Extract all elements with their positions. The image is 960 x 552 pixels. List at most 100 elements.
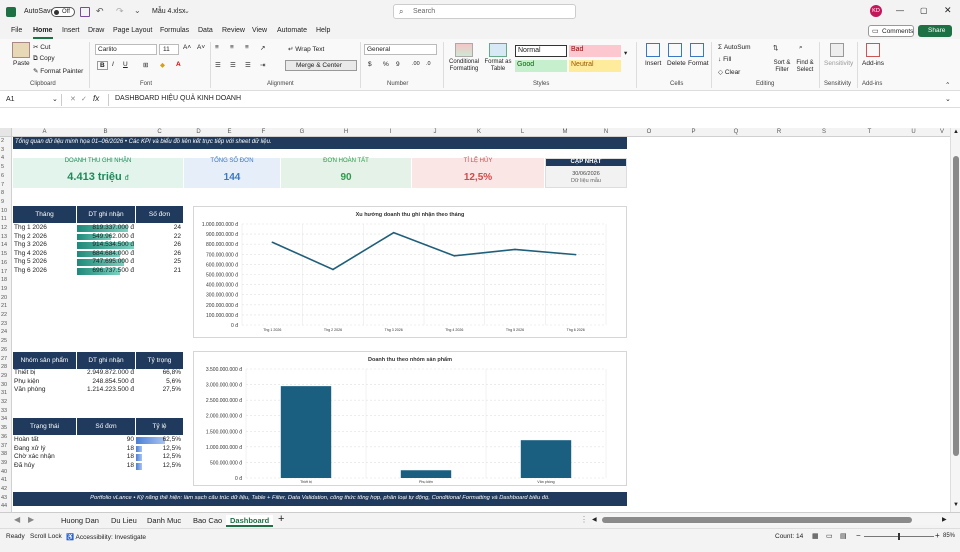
revenue-cell[interactable]: 2.949.872.000 đ: [77, 369, 134, 377]
row-header[interactable]: 5: [1, 164, 4, 170]
row-header[interactable]: 41: [1, 477, 7, 483]
share-cell[interactable]: 27,5%: [136, 386, 181, 394]
prev-sheet-icon[interactable]: ◀: [14, 515, 20, 524]
customize-qat-icon[interactable]: ⌄: [134, 6, 141, 15]
zoom-out-icon[interactable]: −: [856, 531, 861, 540]
column-header[interactable]: S: [802, 129, 846, 135]
column-header[interactable]: P: [671, 129, 716, 135]
column-header[interactable]: J: [412, 129, 458, 135]
orders-cell[interactable]: 26: [136, 250, 181, 258]
row-header[interactable]: 3: [1, 147, 4, 153]
minimize-icon[interactable]: —: [896, 6, 904, 15]
column-header[interactable]: G: [281, 129, 323, 135]
col-header-rate[interactable]: Tỷ lệ: [136, 423, 183, 430]
scroll-down-icon[interactable]: ▼: [953, 502, 959, 508]
sheet-tab-bao-cao[interactable]: Bao Cao: [189, 515, 226, 527]
expand-formula-icon[interactable]: ⌄: [945, 95, 951, 103]
row-header[interactable]: 26: [1, 347, 7, 353]
autosave-toggle[interactable]: Off: [51, 7, 75, 17]
row-header[interactable]: 44: [1, 503, 7, 509]
row-header[interactable]: 15: [1, 251, 7, 257]
count-cell[interactable]: 18: [77, 445, 134, 453]
row-header[interactable]: 8: [1, 190, 4, 196]
scrollbar-thumb[interactable]: [953, 156, 959, 456]
name-box[interactable]: A1 ⌄: [2, 94, 62, 106]
align-left-icon[interactable]: ☰: [215, 61, 221, 69]
column-header[interactable]: F: [246, 129, 281, 135]
normal-view-icon[interactable]: ▦: [812, 532, 819, 540]
row-header[interactable]: 12: [1, 225, 7, 231]
number-format-select[interactable]: General: [364, 44, 437, 55]
addins-icon[interactable]: [866, 43, 880, 57]
tab-help[interactable]: Help: [316, 27, 330, 34]
formula-input[interactable]: DASHBOARD HIỆU QUẢ KINH DOANH: [115, 95, 241, 102]
paste-button[interactable]: Paste: [13, 60, 30, 67]
revenue-cell[interactable]: 248.854.500 đ: [77, 378, 134, 386]
autosum-button[interactable]: Σ AutoSum: [718, 44, 751, 51]
fill-color-icon[interactable]: ◆: [160, 61, 165, 69]
row-header[interactable]: 43: [1, 495, 7, 501]
cut-button[interactable]: ✂ Cut: [33, 43, 50, 51]
column-header[interactable]: U: [893, 129, 934, 135]
count-cell[interactable]: 18: [77, 462, 134, 470]
rate-cell[interactable]: 12,5%: [136, 462, 181, 470]
zoom-in-icon[interactable]: +: [935, 531, 940, 540]
enter-icon[interactable]: ✓: [81, 95, 87, 103]
tab-draw[interactable]: Draw: [88, 27, 104, 34]
group-cell[interactable]: Thiết bị: [14, 369, 74, 377]
tab-automate[interactable]: Automate: [277, 27, 307, 34]
status-cell[interactable]: Đã hủy: [14, 462, 74, 470]
rate-cell[interactable]: 12,5%: [136, 445, 181, 453]
share-button[interactable]: Share: [918, 25, 952, 37]
increase-decimal-icon[interactable]: .00: [412, 61, 420, 67]
styles-more-icon[interactable]: ▾: [624, 49, 627, 57]
bar-chart[interactable]: Doanh thu theo nhóm sản phẩm 3.500.000.00…: [193, 351, 627, 486]
zoom-level[interactable]: 85%: [943, 533, 955, 539]
tab-data[interactable]: Data: [198, 27, 213, 34]
revenue-cell[interactable]: 819.337.000 đ: [77, 224, 134, 232]
sensitivity-button[interactable]: Sensitivity: [824, 60, 853, 67]
fill-button[interactable]: ↓ Fill: [718, 56, 731, 63]
row-header[interactable]: 10: [1, 208, 7, 214]
scroll-up-icon[interactable]: ▲: [953, 129, 959, 135]
close-icon[interactable]: ✕: [944, 5, 952, 16]
row-header[interactable]: 17: [1, 269, 7, 275]
column-header[interactable]: I: [369, 129, 412, 135]
next-sheet-icon[interactable]: ▶: [28, 515, 34, 524]
col-header-group[interactable]: Nhóm sản phẩm: [13, 357, 76, 364]
line-chart[interactable]: Xu hướng doanh thu ghi nhận theo tháng 1.…: [193, 206, 627, 338]
row-header[interactable]: 2: [1, 138, 4, 144]
sensitivity-icon[interactable]: [830, 43, 844, 57]
revenue-cell[interactable]: 696.737.500 đ: [77, 267, 134, 275]
row-header[interactable]: 27: [1, 356, 7, 362]
accessibility-button[interactable]: ♿ Accessibility: Investigate: [66, 533, 146, 541]
row-header[interactable]: 31: [1, 390, 7, 396]
style-neutral[interactable]: Neutral: [569, 60, 621, 72]
column-header[interactable]: N: [585, 129, 627, 135]
status-cell[interactable]: Chờ xác nhận: [14, 453, 74, 461]
orders-cell[interactable]: 25: [136, 258, 181, 266]
row-header[interactable]: 9: [1, 199, 4, 205]
select-all-corner[interactable]: [0, 128, 12, 137]
row-header[interactable]: 32: [1, 399, 7, 405]
row-header[interactable]: 38: [1, 451, 7, 457]
row-header[interactable]: 30: [1, 382, 7, 388]
sheet-tab-du-lieu[interactable]: Du Lieu: [107, 515, 141, 527]
insert-cells-icon[interactable]: [646, 43, 660, 57]
find-icon[interactable]: ⌕: [799, 44, 803, 52]
col-header-count[interactable]: Số đơn: [77, 423, 135, 430]
format-painter-button[interactable]: ✎ Format Painter: [33, 67, 83, 75]
indent-icon[interactable]: ⇥: [260, 61, 265, 69]
row-header[interactable]: 33: [1, 408, 7, 414]
row-header[interactable]: 36: [1, 434, 7, 440]
row-header[interactable]: 35: [1, 425, 7, 431]
horizontal-scrollbar[interactable]: ◀ ▶: [592, 515, 950, 525]
column-header[interactable]: D: [184, 129, 213, 135]
revenue-cell[interactable]: 549.962.000 đ: [77, 233, 134, 241]
align-right-icon[interactable]: ☰: [245, 61, 251, 69]
comma-icon[interactable]: 9: [396, 61, 400, 68]
share-cell[interactable]: 5,6%: [136, 378, 181, 386]
find-select-button[interactable]: Find & Select: [793, 60, 817, 74]
group-cell[interactable]: Văn phòng: [14, 386, 74, 394]
row-header[interactable]: 42: [1, 486, 7, 492]
